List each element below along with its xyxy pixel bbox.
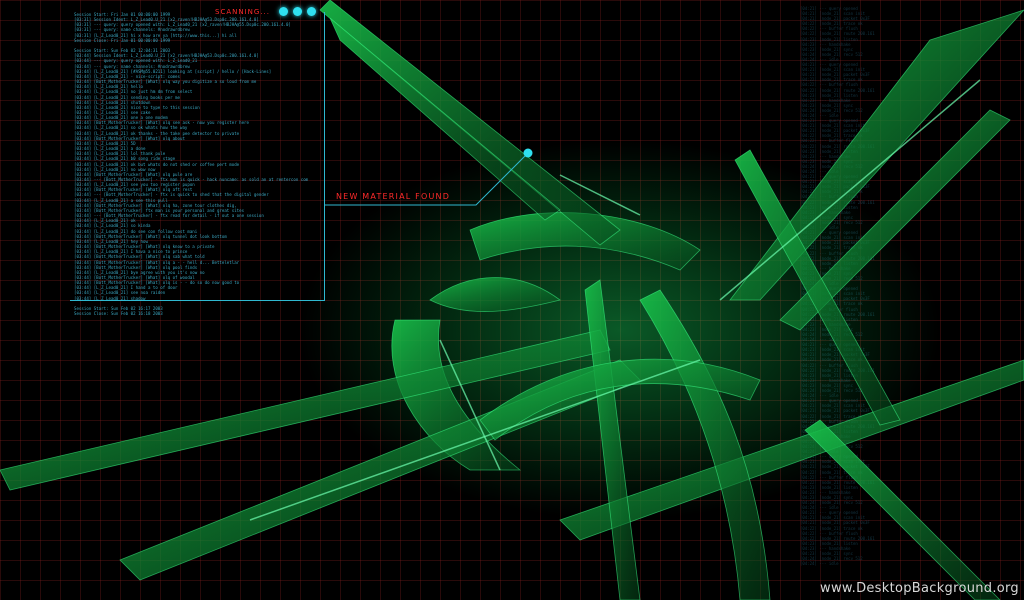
scanning-label: SCANNING...: [215, 8, 270, 16]
chat-log-text: Session Start: Fri Jan 01 00:00:00 1999[…: [74, 12, 324, 316]
terminal-log-panel: Session Start: Fri Jan 01 00:00:00 1999[…: [70, 12, 325, 316]
watermark-text: www.DesktopBackground.org: [820, 581, 1019, 596]
status-dot-1-icon: [279, 7, 288, 16]
status-dot-3-icon: [307, 7, 316, 16]
log-line: Session Close: Sun Feb 02 16:18 2003: [74, 311, 163, 317]
material-found-label: NEW MATERIAL FOUND: [336, 192, 451, 201]
status-dot-2-icon: [293, 7, 302, 16]
